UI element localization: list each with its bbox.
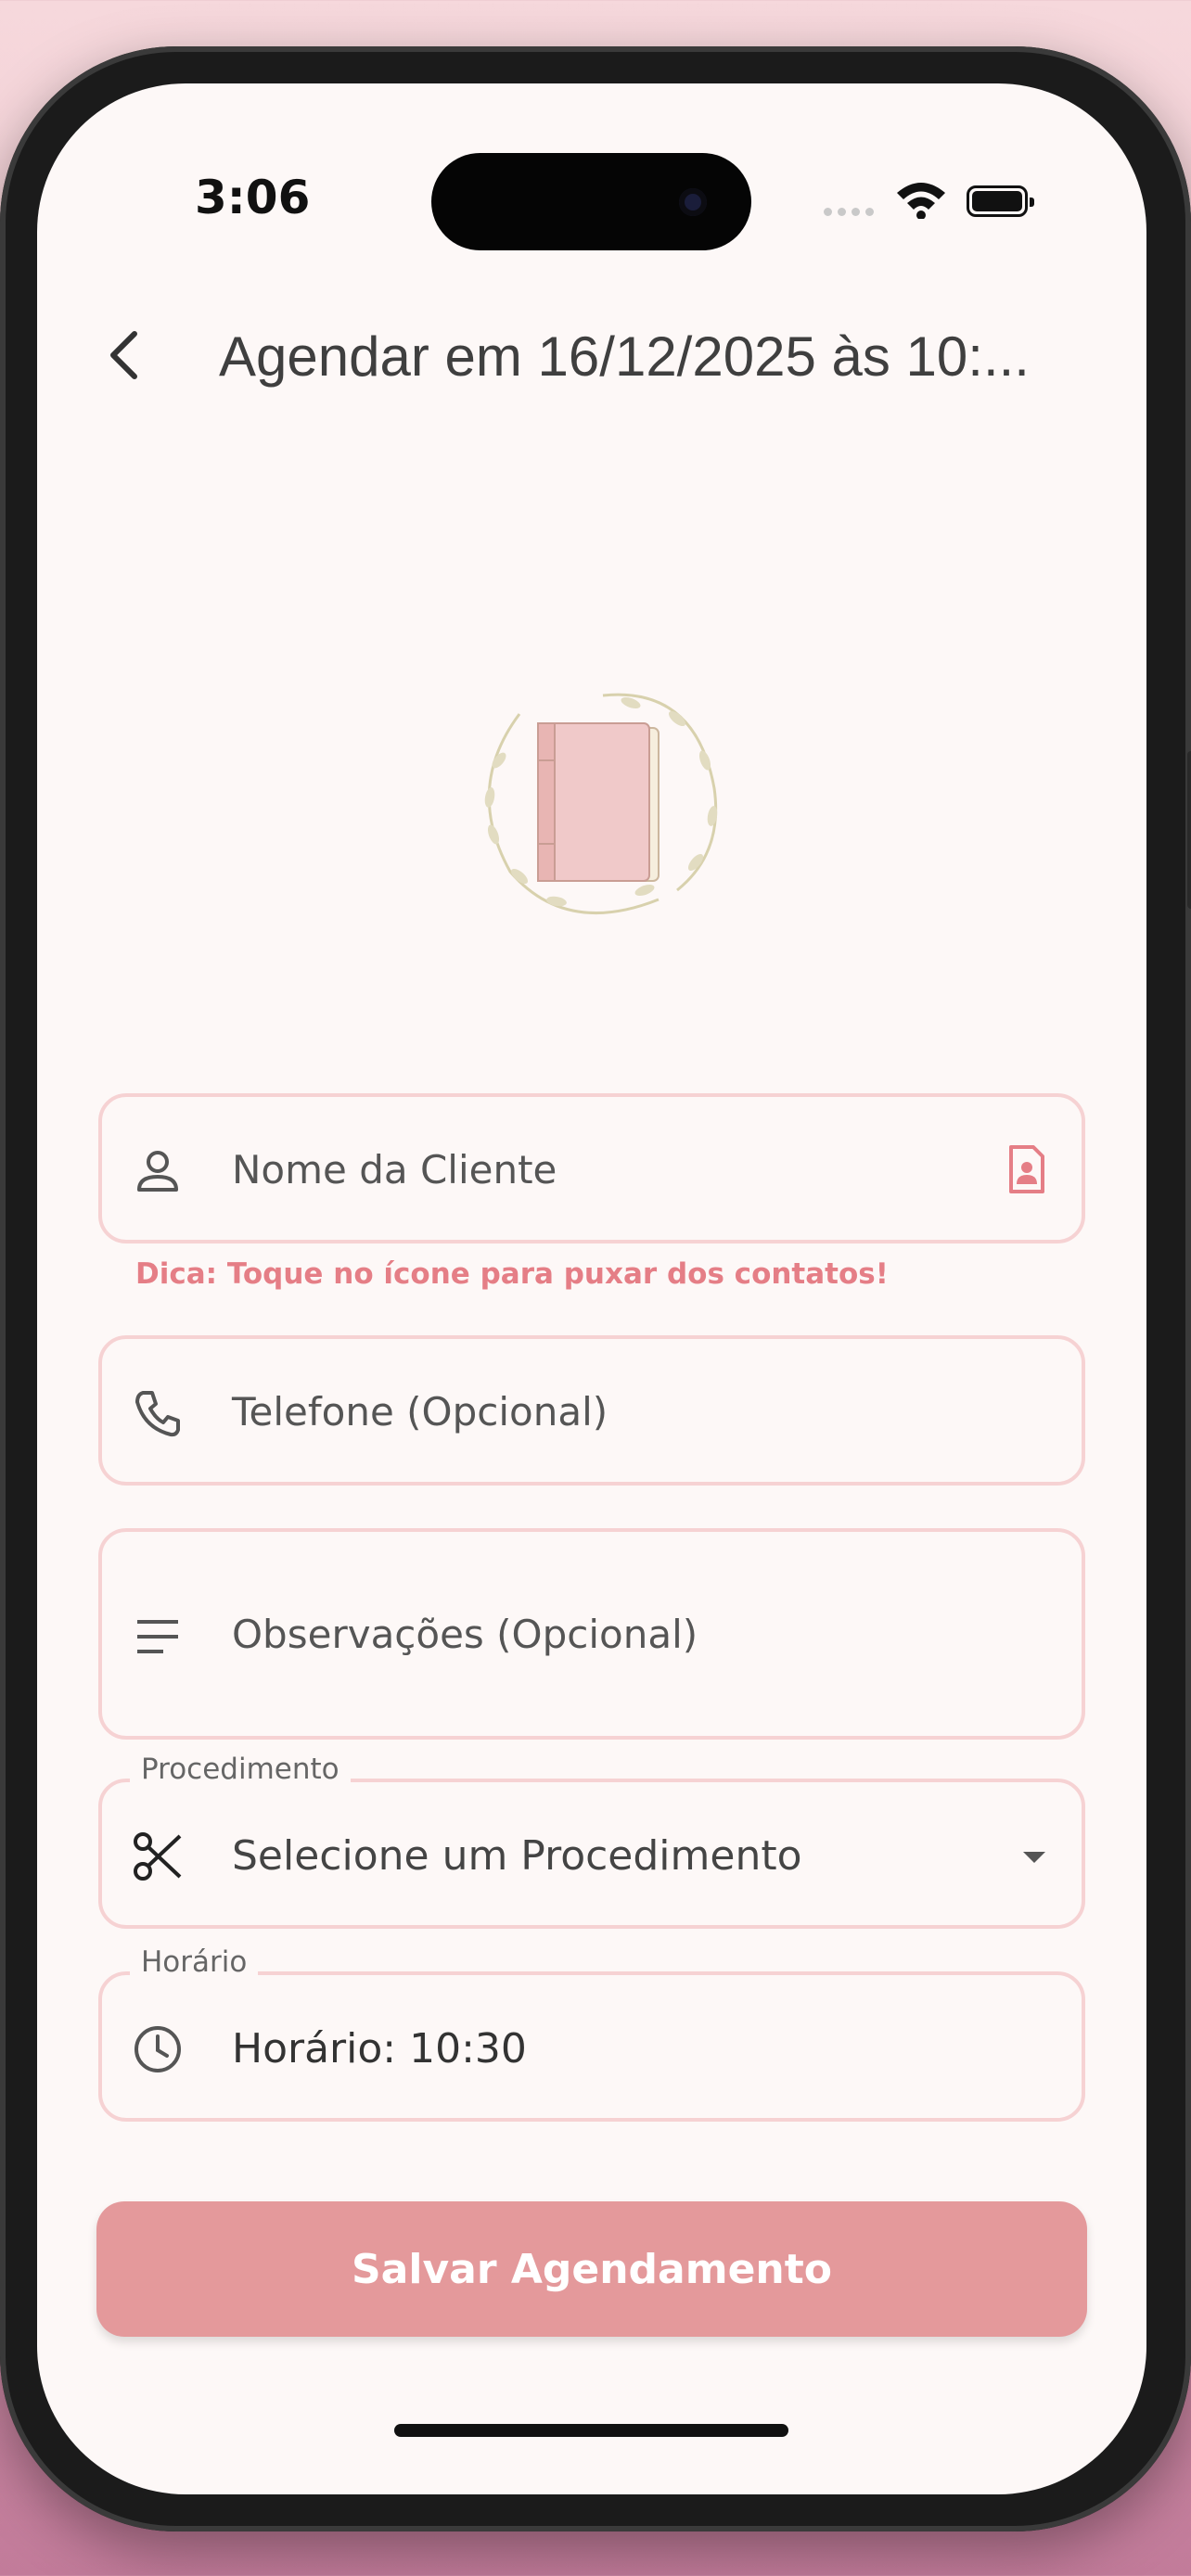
time-label: Horário xyxy=(130,1945,259,1979)
dynamic-island xyxy=(431,153,751,250)
wifi-icon xyxy=(897,183,945,219)
side-button xyxy=(1187,751,1191,909)
signal-icon xyxy=(824,202,879,220)
notes-placeholder: Observações (Opcional) xyxy=(232,1612,698,1657)
clock-icon xyxy=(134,2026,181,2072)
notes-field[interactable]: Observações (Opcional) xyxy=(98,1528,1085,1740)
phone-icon xyxy=(135,1391,180,1437)
camera-icon xyxy=(679,188,707,216)
save-appointment-button[interactable]: Salvar Agendamento xyxy=(96,2201,1087,2337)
book-logo-icon xyxy=(484,693,718,915)
app-bar: Agendar em 16/12/2025 às 10:... xyxy=(37,306,1146,408)
person-icon xyxy=(137,1151,178,1192)
dropdown-arrow-icon xyxy=(1023,1852,1045,1863)
home-indicator[interactable] xyxy=(394,2424,788,2437)
contact-card-icon[interactable] xyxy=(1000,1143,1052,1195)
screen: 3:06 Agendar em 16/12/2025 às 10:... Nom… xyxy=(37,83,1146,2494)
procedure-dropdown[interactable]: Procedimento Selecione um Procedimento xyxy=(98,1753,1085,1929)
phone-placeholder: Telefone (Opcional) xyxy=(232,1389,608,1435)
client-name-field[interactable]: Nome da Cliente xyxy=(98,1093,1085,1243)
battery-icon xyxy=(967,185,1034,217)
procedure-selected: Selecione um Procedimento xyxy=(232,1832,802,1880)
scissors-icon xyxy=(134,1832,182,1881)
client-name-placeholder: Nome da Cliente xyxy=(232,1147,557,1192)
phone-frame: 3:06 Agendar em 16/12/2025 às 10:... Nom… xyxy=(0,46,1191,2531)
notes-icon xyxy=(137,1620,178,1653)
status-bar: 3:06 xyxy=(37,83,1146,250)
procedure-label: Procedimento xyxy=(130,1753,351,1786)
status-time: 3:06 xyxy=(195,171,311,224)
time-field[interactable]: Horário Horário: 10:30 xyxy=(98,1945,1085,2122)
back-arrow-icon[interactable] xyxy=(93,323,158,388)
time-value: Horário: 10:30 xyxy=(232,2025,527,2072)
page-title: Agendar em 16/12/2025 às 10:... xyxy=(219,325,1030,388)
contacts-hint: Dica: Toque no ícone para puxar dos cont… xyxy=(135,1257,889,1291)
phone-field[interactable]: Telefone (Opcional) xyxy=(98,1335,1085,1486)
